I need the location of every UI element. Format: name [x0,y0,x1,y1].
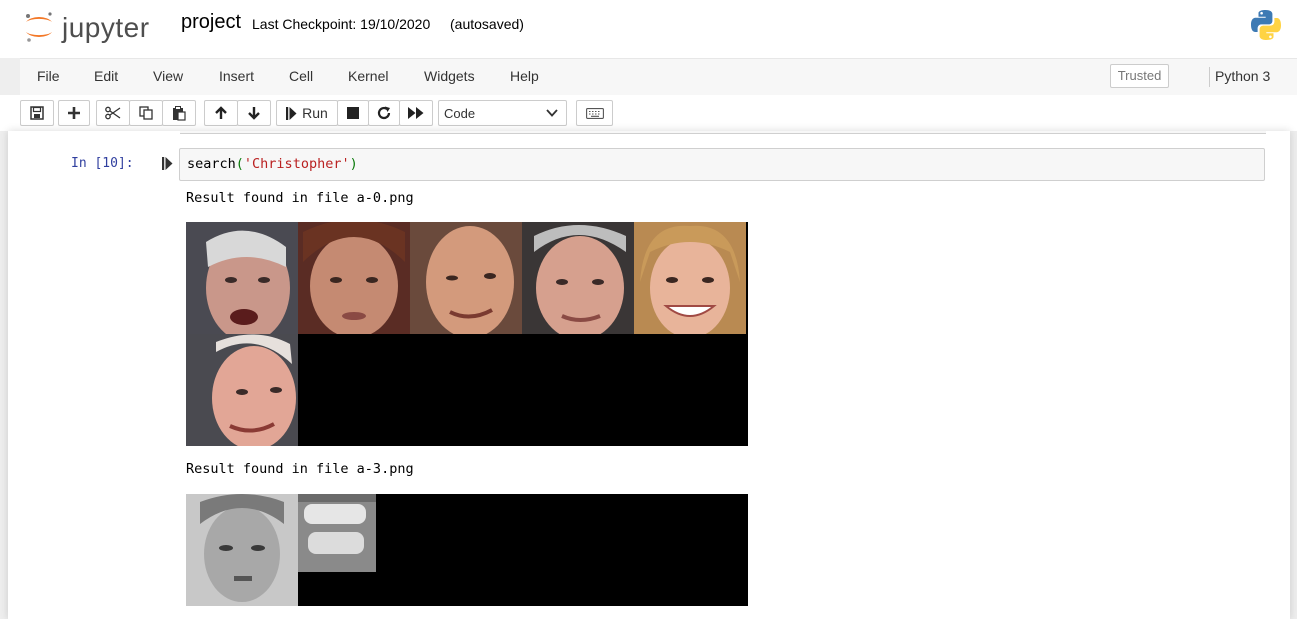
interrupt-kernel-button[interactable] [337,100,369,126]
menu-file[interactable]: File [37,68,60,84]
arrow-up-icon [215,106,227,119]
menu-cell[interactable]: Cell [289,68,313,84]
output-text-1: Result found in file a-0.png [186,190,414,206]
move-up-button[interactable] [204,100,238,126]
menu-view[interactable]: View [153,68,183,84]
save-icon [30,106,44,120]
chevron-down-icon [546,109,558,117]
restart-kernel-button[interactable] [368,100,400,126]
menu-edit[interactable]: Edit [94,68,118,84]
face-thumbnail [186,222,298,334]
python-logo-icon [1251,10,1281,40]
jupyter-logo-icon [26,12,52,42]
code-paren-close: ) [349,156,358,172]
code-paren-open: ( [235,156,244,172]
output-image-1 [186,222,748,446]
menubar: File Edit View Insert Cell Kernel Widget… [20,58,1297,96]
face-thumbnail [634,222,746,334]
keyboard-icon [585,107,604,119]
restart-icon [377,106,391,120]
restart-run-all-button[interactable] [399,100,433,126]
cut-icon [105,106,121,120]
face-thumbnail [522,222,634,334]
menu-widgets[interactable]: Widgets [424,68,475,84]
run-button[interactable]: Run [276,100,338,126]
copy-button[interactable] [129,100,163,126]
menu-insert[interactable]: Insert [219,68,254,84]
notebook-header: jupyter project Last Checkpoint: 19/10/2… [0,0,1297,58]
cut-button[interactable] [96,100,130,126]
cell-type-value: Code [444,106,476,121]
code-editor[interactable]: search('Christopher') [179,148,1265,181]
cell-type-select[interactable]: Code [438,100,567,126]
code-function: search [187,156,236,172]
menu-help[interactable]: Help [510,68,539,84]
plus-icon [68,107,80,119]
move-down-button[interactable] [237,100,271,126]
command-palette-button[interactable] [576,100,613,126]
run-icon [286,106,297,120]
face-thumbnail [186,494,298,606]
copy-icon [139,106,153,120]
kernel-name[interactable]: Python 3 [1215,68,1270,84]
output-image-2 [186,494,748,606]
last-checkpoint: Last Checkpoint: 19/10/2020 [252,16,431,32]
paste-button[interactable] [162,100,196,126]
run-cell-icon[interactable] [162,157,173,170]
run-label: Run [302,105,328,121]
code-string: 'Christopher' [243,156,350,172]
previous-cell-edge [180,131,1266,134]
face-thumbnail [298,222,410,334]
menu-kernel[interactable]: Kernel [348,68,388,84]
fast-forward-icon [408,107,424,119]
output-text-2: Result found in file a-3.png [186,461,414,477]
arrow-down-icon [248,107,260,120]
jupyter-logo-text: jupyter [62,12,150,43]
save-button[interactable] [20,100,54,126]
jupyter-logo[interactable]: jupyter [22,8,172,48]
face-thumbnail [186,334,298,446]
input-prompt: In [10]: [71,156,134,171]
stop-icon [347,107,359,119]
trusted-indicator[interactable]: Trusted [1110,64,1169,88]
notebook-name[interactable]: project [181,11,241,34]
kernel-divider [1209,67,1210,87]
toolbar: Run Code [0,95,1297,131]
notebook-container: In [10]: search('Christopher') Result fo… [8,131,1290,619]
face-thumbnail-small [298,494,376,572]
code-line: search('Christopher') [187,156,358,172]
insert-cell-button[interactable] [58,100,90,126]
face-thumbnail [410,222,522,334]
autosave-status: (autosaved) [450,16,524,32]
paste-icon [173,105,186,121]
